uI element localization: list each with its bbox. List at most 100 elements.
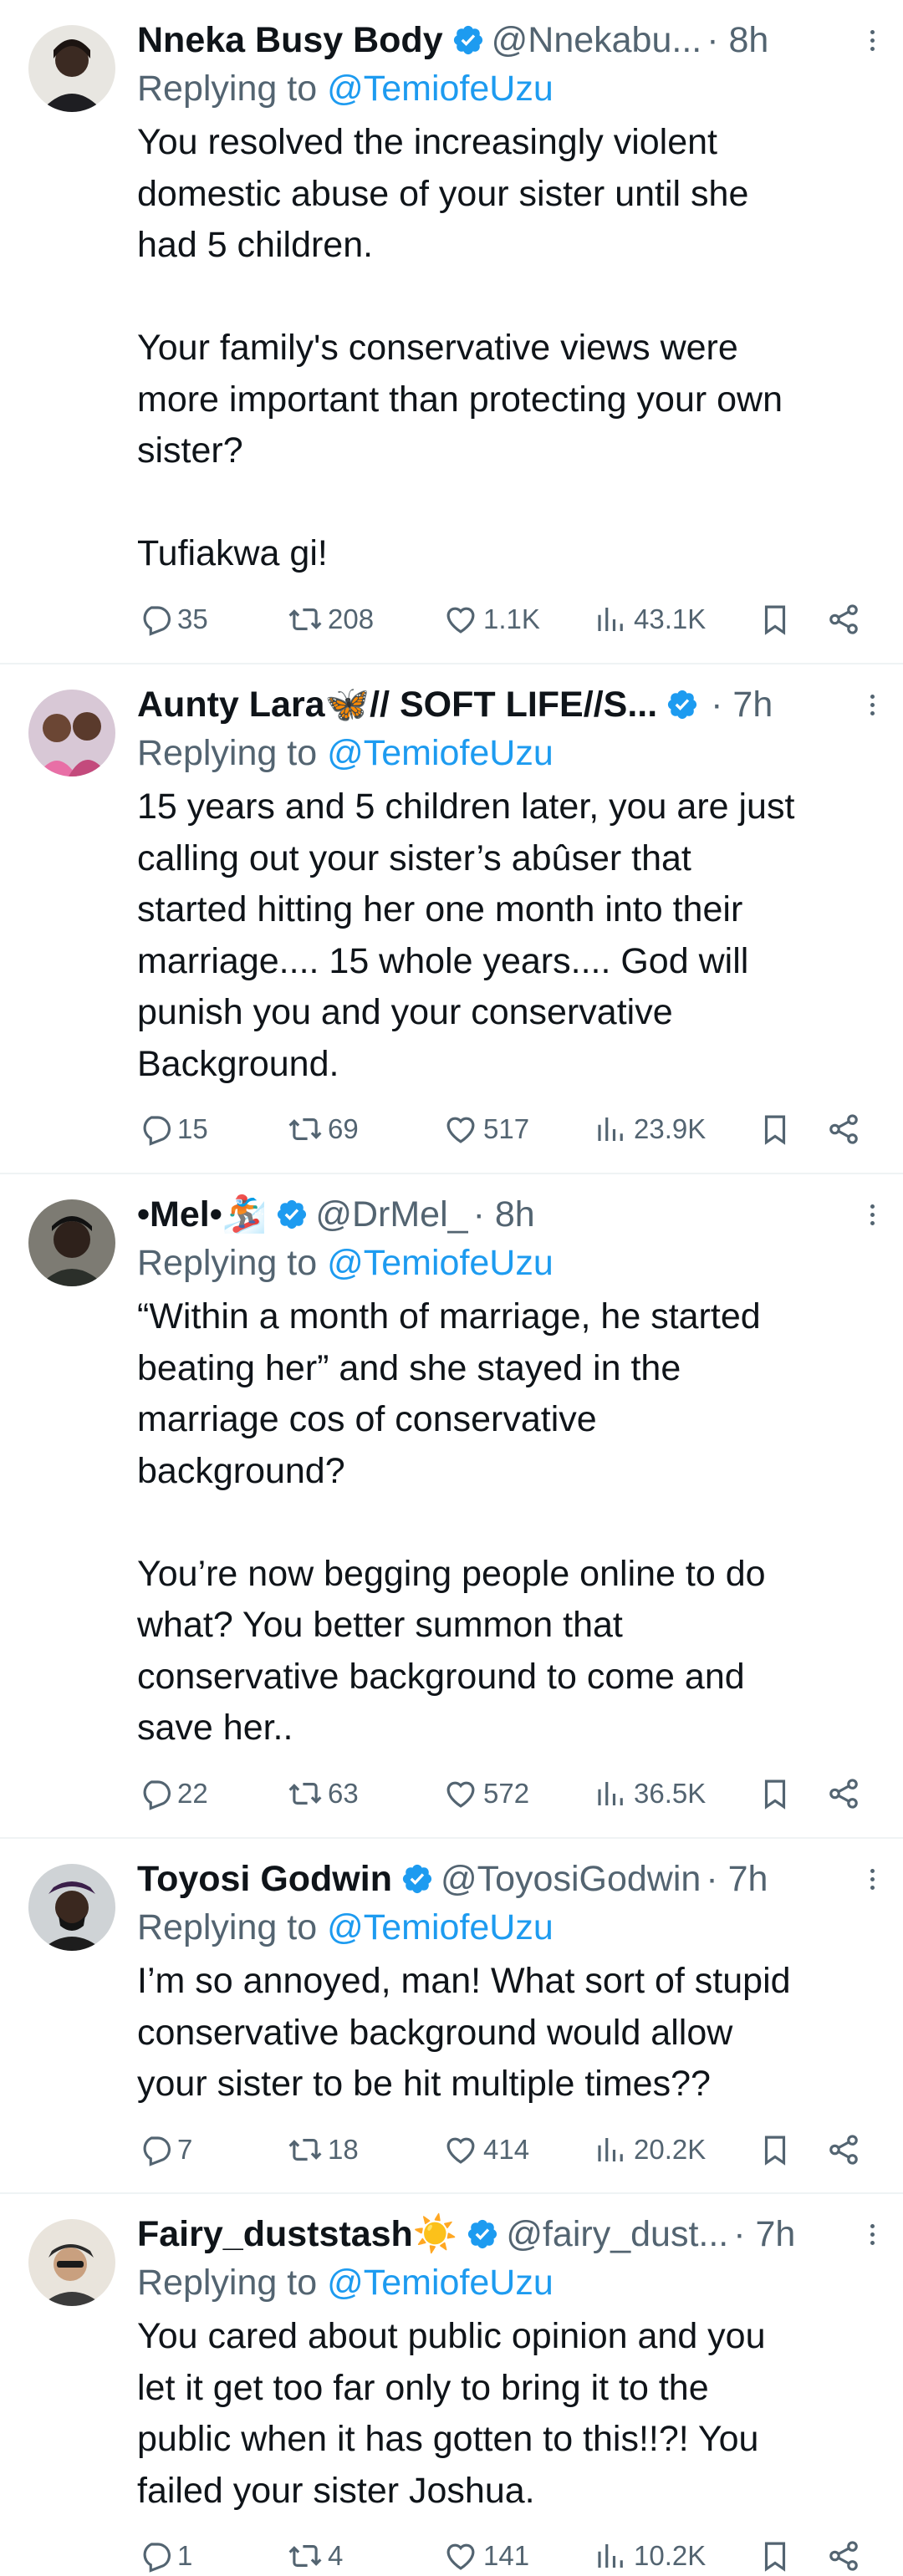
avatar-image <box>28 690 115 776</box>
more-options-icon[interactable] <box>868 1204 876 1225</box>
timestamp[interactable]: · 7h <box>711 684 773 725</box>
share-button[interactable] <box>826 1112 868 1147</box>
reply-tweet-2[interactable]: Aunty Lara🦋// SOFT LIFE//S... · 7h Reply… <box>0 664 903 1174</box>
share-button[interactable] <box>826 1776 868 1811</box>
mention-link[interactable]: @TemiofeUzu <box>327 69 554 109</box>
retweet-icon <box>288 2545 322 2567</box>
more-options-icon[interactable] <box>868 695 876 715</box>
mention-link[interactable]: @TemiofeUzu <box>327 1243 554 1283</box>
display-name[interactable]: Aunty Lara🦋// SOFT LIFE//S... <box>137 684 657 725</box>
verified-badge-icon <box>400 1862 434 1896</box>
display-name[interactable]: Toyosi Godwin <box>137 1858 392 1900</box>
like-button[interactable]: 1.1K <box>443 602 594 637</box>
replying-to: Replying to @TemiofeUzu <box>137 1240 868 1286</box>
bookmark-icon <box>764 2136 786 2166</box>
retweet-icon <box>288 1782 322 1805</box>
tweet-actions: 22 63 572 36.5K <box>137 1764 868 1823</box>
mention-link[interactable]: @TemiofeUzu <box>327 2263 554 2303</box>
timestamp[interactable]: · 7h <box>733 2213 795 2255</box>
reply-tweet-4[interactable]: Toyosi Godwin @ToyosiGodwin · 7h Replyin… <box>0 1839 903 2194</box>
like-button[interactable]: 517 <box>443 1112 594 1147</box>
timestamp[interactable]: · 7h <box>706 1858 768 1900</box>
text-line: sister? <box>137 430 243 471</box>
more-options-icon[interactable] <box>868 1869 876 1890</box>
reply-tweet-3[interactable]: •Mel•🏂 @DrMel_ · 8h Replying to @Temiofe… <box>0 1174 903 1839</box>
views-button[interactable]: 43.1K <box>594 602 758 637</box>
bookmark-button[interactable] <box>758 1776 826 1811</box>
text-line: You cared about public opinion and you <box>137 2316 766 2356</box>
retweet-button[interactable]: 63 <box>288 1776 443 1811</box>
retweet-button[interactable]: 208 <box>288 602 443 637</box>
more-options-icon[interactable] <box>868 2224 876 2245</box>
avatar[interactable] <box>28 1864 115 1951</box>
retweet-button[interactable]: 4 <box>288 2538 443 2573</box>
avatar[interactable] <box>28 2219 115 2306</box>
bookmark-icon <box>764 605 786 635</box>
reply-count: 22 <box>177 1777 208 1809</box>
share-button[interactable] <box>826 2132 868 2167</box>
retweet-icon <box>288 2138 322 2161</box>
replying-label: Replying to <box>137 1907 318 1947</box>
text-line: conservative background would allow <box>137 2012 733 2053</box>
verified-badge-icon <box>275 1198 309 1231</box>
replying-to: Replying to @TemiofeUzu <box>137 730 868 776</box>
mention-link[interactable]: @TemiofeUzu <box>327 1907 554 1947</box>
reply-button[interactable]: 15 <box>137 1112 288 1147</box>
views-button[interactable]: 20.2K <box>594 2132 758 2167</box>
more-options-icon[interactable] <box>868 30 876 51</box>
views-button[interactable]: 10.2K <box>594 2538 758 2573</box>
tweet-text: You resolved the increasingly violent do… <box>137 117 868 580</box>
share-button[interactable] <box>826 2538 868 2573</box>
avatar[interactable] <box>28 25 115 112</box>
tweet-header: Toyosi Godwin @ToyosiGodwin · 7h <box>137 1857 868 1901</box>
like-button[interactable]: 572 <box>443 1776 594 1811</box>
text-line: domestic abuse of your sister until she <box>137 173 749 214</box>
retweet-icon <box>288 608 322 630</box>
share-button[interactable] <box>826 602 868 637</box>
like-button[interactable]: 141 <box>443 2538 594 2573</box>
like-count: 517 <box>483 1113 530 1144</box>
bookmark-button[interactable] <box>758 1112 826 1147</box>
reply-count: 15 <box>177 1113 208 1144</box>
reply-tweet-5[interactable]: Fairy_duststash☀️ @fairy_dust... · 7h Re… <box>0 2194 903 2576</box>
reply-button[interactable]: 35 <box>137 602 288 637</box>
display-name[interactable]: •Mel•🏂 <box>137 1194 267 1235</box>
bookmark-button[interactable] <box>758 2538 826 2573</box>
bookmark-button[interactable] <box>758 2132 826 2167</box>
retweet-button[interactable]: 69 <box>288 1112 443 1147</box>
share-icon <box>829 1778 858 1809</box>
like-count: 141 <box>483 2540 530 2571</box>
text-line: You resolved the increasingly violent <box>137 122 718 162</box>
retweet-button[interactable]: 18 <box>288 2132 443 2167</box>
retweet-count: 63 <box>328 1777 359 1809</box>
verified-badge-icon <box>466 2217 499 2251</box>
like-button[interactable]: 414 <box>443 2132 594 2167</box>
tweet-actions: 7 18 414 20.2K <box>137 2120 868 2179</box>
reply-button[interactable]: 1 <box>137 2538 288 2573</box>
reply-icon <box>143 1779 171 1810</box>
user-handle[interactable]: @Nnekabu... <box>492 19 702 61</box>
display-name[interactable]: Nneka Busy Body <box>137 19 443 61</box>
tweet-text: “Within a month of marriage, he started … <box>137 1291 868 1754</box>
views-button[interactable]: 23.9K <box>594 1112 758 1147</box>
reply-button[interactable]: 7 <box>137 2132 288 2167</box>
text-line: beating her” and she stayed in the <box>137 1347 681 1388</box>
text-line: punish you and your conservative <box>137 992 673 1032</box>
views-button[interactable]: 36.5K <box>594 1776 758 1811</box>
reply-tweet-1[interactable]: Nneka Busy Body @Nnekabu... · 8h Replyin… <box>0 0 903 664</box>
timestamp[interactable]: · 8h <box>707 19 768 61</box>
reply-button[interactable]: 22 <box>137 1776 288 1811</box>
user-handle[interactable]: @DrMel_ <box>315 1194 467 1235</box>
bookmark-button[interactable] <box>758 602 826 637</box>
avatar[interactable] <box>28 1199 115 1286</box>
heart-icon <box>446 2137 475 2164</box>
mention-link[interactable]: @TemiofeUzu <box>327 733 554 773</box>
timestamp[interactable]: · 8h <box>473 1194 535 1235</box>
tweet-actions: 1 4 141 10.2K <box>137 2527 868 2576</box>
user-handle[interactable]: @ToyosiGodwin <box>441 1858 701 1900</box>
heart-icon <box>446 2543 475 2570</box>
avatar[interactable] <box>28 690 115 776</box>
user-handle[interactable]: @fairy_dust... <box>506 2213 728 2255</box>
display-name[interactable]: Fairy_duststash☀️ <box>137 2213 457 2255</box>
